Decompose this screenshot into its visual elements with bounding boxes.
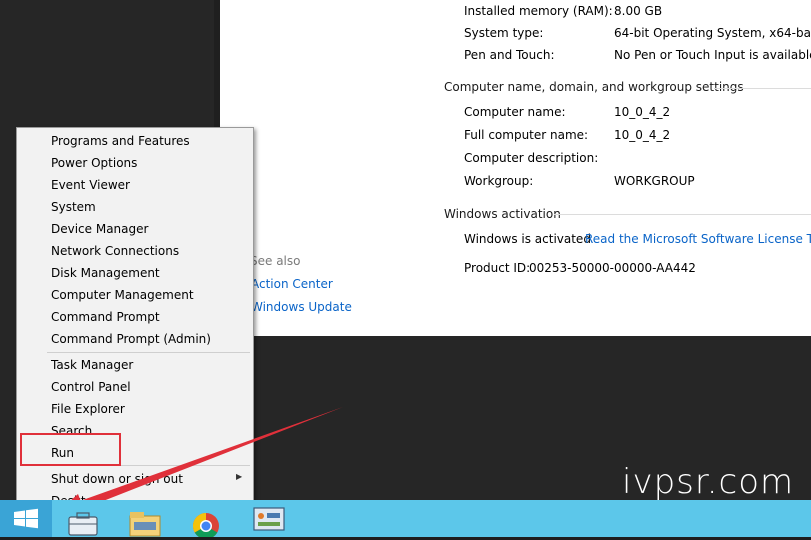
- annotation-arrow: [42, 407, 343, 526]
- control-panel-button[interactable]: [246, 502, 292, 537]
- server-manager-button[interactable]: [60, 502, 106, 537]
- chrome-button[interactable]: [184, 502, 230, 540]
- file-explorer-button[interactable]: [122, 502, 168, 537]
- server-manager-icon: [68, 512, 98, 536]
- control-panel-icon: [253, 507, 285, 531]
- watermark: ivpsr.com: [622, 462, 795, 502]
- windows-logo-icon: [14, 508, 38, 529]
- start-button[interactable]: [0, 500, 52, 537]
- file-explorer-icon: [129, 512, 161, 537]
- chrome-icon: [192, 512, 219, 540]
